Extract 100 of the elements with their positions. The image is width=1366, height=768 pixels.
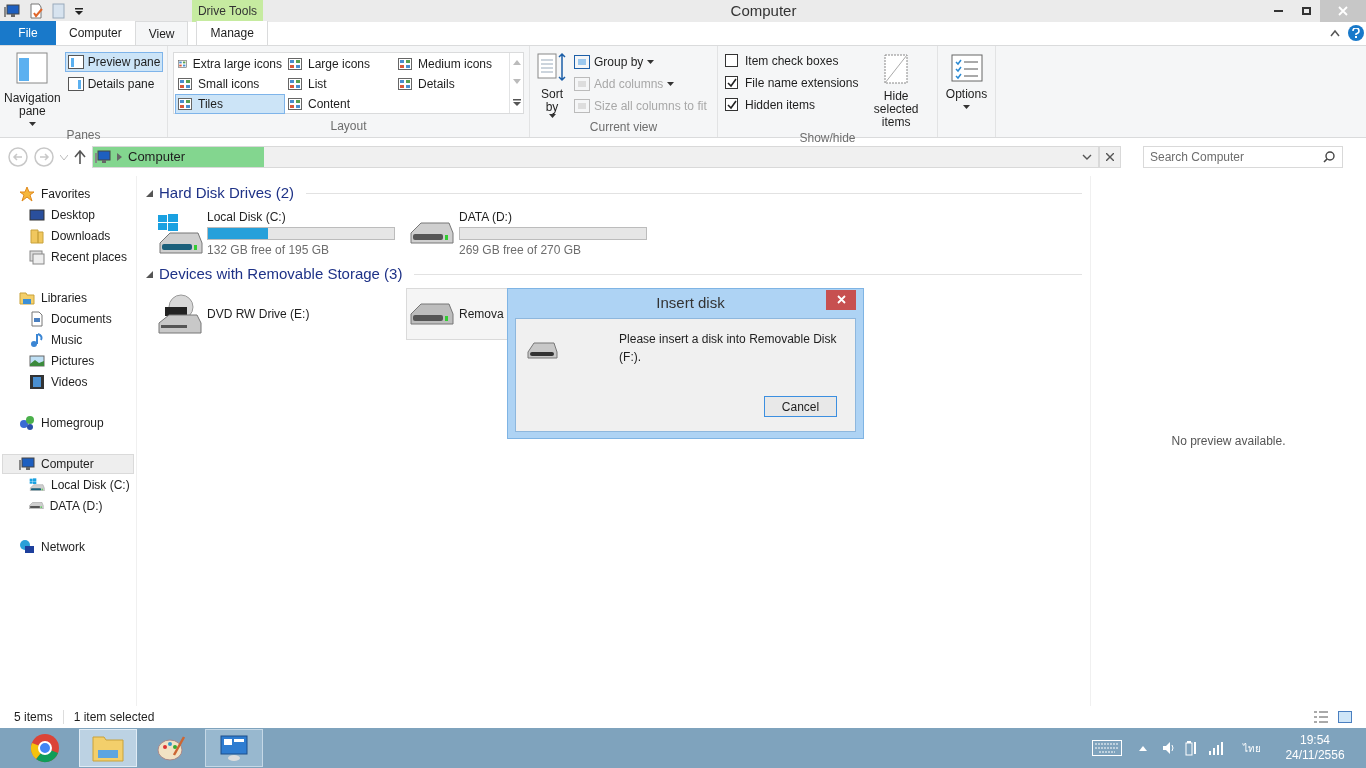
group-collapse-icon[interactable] [146,189,153,197]
free-space-text: 132 GB free of 195 GB [207,241,331,259]
clear-address-button[interactable] [1099,146,1121,168]
nav-item[interactable]: DATA (D:) [2,495,134,516]
view-option-button[interactable]: Group by [574,52,707,72]
caret-icon [647,60,655,64]
layout-option[interactable]: Large icons [285,54,395,74]
layout-icon [178,78,192,90]
ribbon-tab[interactable]: Manage [196,21,268,45]
free-space-text: 269 GB free of 270 GB [459,241,583,259]
breadcrumb-item[interactable]: Computer [128,147,186,167]
options-button[interactable]: Options [938,46,995,109]
checkbox[interactable] [725,98,738,111]
pane-toggle-button[interactable]: Preview pane [64,52,164,72]
caret-icon [548,114,556,118]
nav-item[interactable]: Homegroup [2,413,134,433]
desktop-icon [29,206,45,223]
nav-item[interactable]: Pictures [2,350,134,371]
drive-tile[interactable]: DVD RW Drive (E:) [154,288,404,340]
navigation-pane-button[interactable]: Navigation pane [4,52,61,126]
collapse-ribbon-icon[interactable] [1330,29,1340,37]
help-icon[interactable] [1348,25,1364,41]
nav-item[interactable]: Favorites [2,184,134,204]
sort-by-button[interactable]: Sort by [536,52,568,118]
expand-gallery-icon[interactable] [512,98,521,106]
checklist-icon [950,54,983,82]
breadcrumb-chevron-icon[interactable] [117,153,122,161]
group-collapse-icon[interactable] [146,270,153,278]
library-folder-icon [19,290,35,306]
file-tab[interactable]: File [0,21,56,45]
drive-name: DVD RW Drive (E:) [207,306,310,323]
navigation-pane-icon [16,52,49,84]
battery-icon[interactable] [1185,740,1199,756]
removable-drive-icon [410,303,454,325]
properties-icon[interactable] [28,3,44,19]
layout-option[interactable]: Medium icons [395,54,505,74]
dvd-drive-icon [158,294,202,334]
pane-layout-icon [67,55,84,69]
volume-icon[interactable] [1162,741,1176,755]
computer-icon [19,456,35,472]
group-label: Layout [329,118,368,135]
dropdown-caret-icon[interactable] [74,6,84,16]
search-field[interactable]: Search Computer [1143,146,1343,168]
nav-item[interactable]: Videos [2,371,134,392]
drive-tile[interactable]: DATA (D:) 269 GB free of 270 GB [406,207,656,259]
layout-option[interactable]: Content [285,94,395,114]
keyboard-icon[interactable] [1092,740,1122,756]
hidden-page-icon [884,54,909,84]
view-option-button: Size all columns to fit [574,96,707,116]
nav-item[interactable]: Recent places [2,246,134,267]
pane-layout-icon [67,77,84,91]
nav-item[interactable]: Documents [2,308,134,329]
hide-selected-items-button[interactable]: Hide selected items [862,54,930,129]
nav-item[interactable]: Desktop [2,204,134,225]
layout-option[interactable]: Small icons [175,74,285,94]
view-option-button: Add columns [574,74,707,94]
layout-option[interactable]: Tiles [175,94,285,114]
sort-icon [537,52,567,82]
cancel-button[interactable]: Cancel [764,396,837,417]
column-icon [574,77,590,91]
pane-toggle-button[interactable]: Details pane [64,74,164,94]
address-dropdown-icon[interactable] [1082,154,1092,160]
computer-icon [95,149,111,165]
ribbon-tab[interactable]: View [134,21,189,45]
nav-item[interactable]: Music [2,329,134,350]
nav-item[interactable]: Network [2,537,134,557]
nav-item[interactable]: Local Disk (C:) [2,474,134,495]
picture-icon [29,352,45,369]
folder-icon [92,734,124,762]
nav-item[interactable]: Downloads [2,225,134,246]
large-icons-view-icon[interactable] [1338,711,1352,723]
group-label: Current view [588,119,659,136]
checkbox-label: Item check boxes [745,52,839,70]
dialog-title: Insert disk [655,293,726,314]
column-icon [574,99,590,113]
layout-option[interactable]: Details [395,74,505,94]
layout-icon [178,98,192,110]
show-hidden-icons-caret-icon[interactable] [1139,745,1147,751]
checkbox[interactable] [725,76,738,89]
layout-icon [288,98,302,110]
signal-bars-icon[interactable] [1208,741,1224,755]
up-arrow-icon[interactable] [74,150,86,164]
nav-item[interactable]: Computer [2,454,134,474]
address-bar[interactable]: Computer [92,146,1099,168]
taskbar-button[interactable] [205,729,263,767]
search-icon[interactable] [1323,151,1335,163]
film-strip-icon [29,373,45,390]
monitor-icon [219,733,249,763]
drive-tile[interactable]: Local Disk (C:) 132 GB free of 195 GB [154,207,404,259]
checkbox[interactable] [725,54,738,67]
document-icon [29,310,45,327]
layout-option[interactable]: Extra large icons [175,54,285,74]
layout-option[interactable]: List [285,74,395,94]
dialog-close-button[interactable] [826,289,856,310]
nav-item[interactable]: Libraries [2,288,134,308]
group-label: Show/hide [798,130,857,147]
star-icon [19,186,35,202]
details-view-icon[interactable] [1314,711,1328,723]
column-icon [574,55,590,69]
window-title: Computer [729,0,798,21]
